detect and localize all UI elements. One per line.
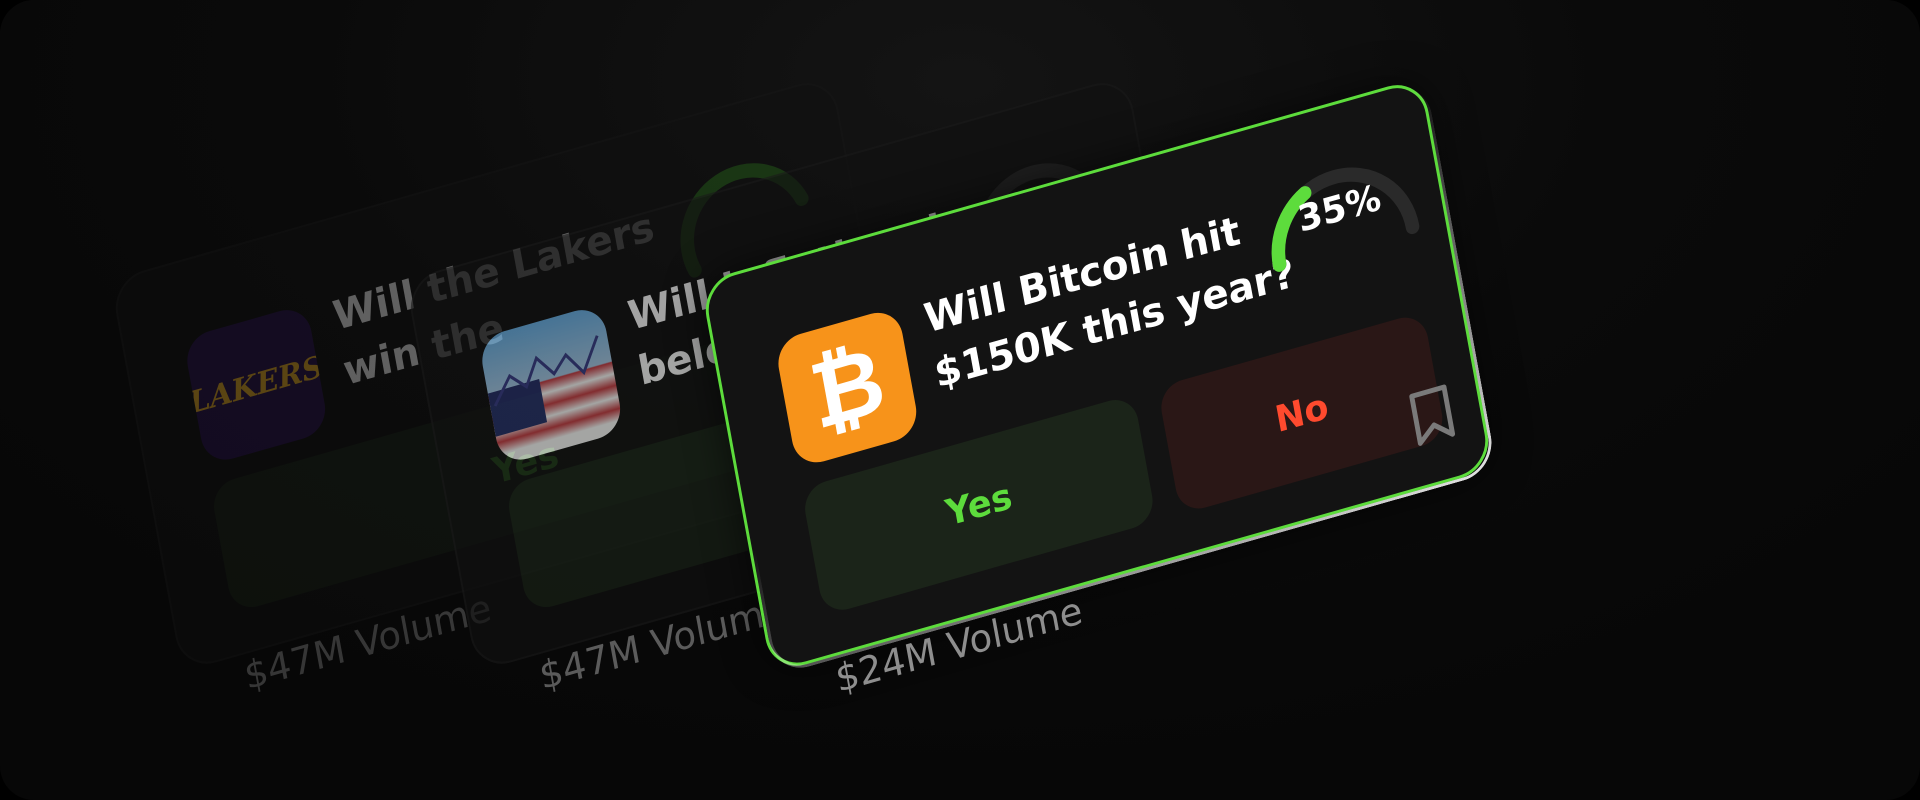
volume-label: $24M Volume — [832, 588, 1086, 702]
us-flag-chart-icon — [477, 303, 625, 467]
no-button[interactable]: No — [1157, 311, 1447, 515]
bitcoin-icon: ₿ — [773, 306, 921, 469]
market-cards-showcase: LAKERS Will the Lakers win the Yes $47M … — [0, 0, 1920, 800]
bookmark-icon[interactable] — [1405, 382, 1459, 449]
volume-label: $47M Volume — [240, 585, 495, 699]
chart-line-icon — [493, 335, 599, 407]
volume-label: $47M Volume — [535, 585, 790, 699]
probability-gauge: 35% — [1243, 126, 1426, 290]
bitcoin-symbol: ₿ — [802, 325, 893, 451]
lakers-logo-icon: LAKERS — [182, 303, 330, 467]
lakers-logo-text: LAKERS — [186, 348, 326, 421]
